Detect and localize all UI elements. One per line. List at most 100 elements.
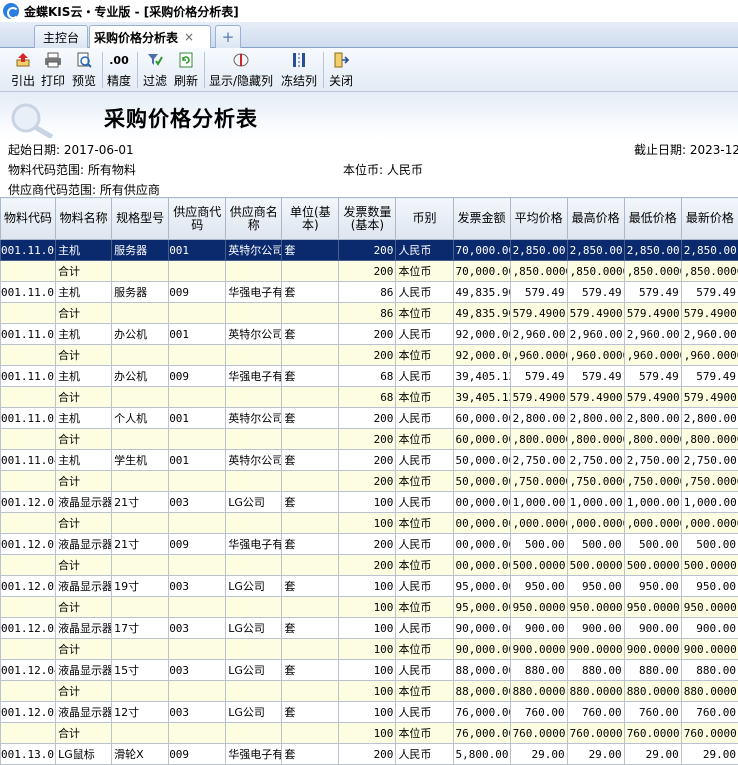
table-cell: 009 <box>168 365 227 387</box>
table-cell: 本位币 <box>395 680 454 702</box>
subtotal-row[interactable]: 合计 86 本位币 49,835.90 579.4900 579.4900 579.4900… <box>0 302 738 324</box>
table-cell: 500.00 <box>623 533 682 555</box>
table-row[interactable]: 001.11.03 主机 个人机 001 英特尔公司套 200 人民币 60,000.00 2,… <box>0 407 738 429</box>
subtotal-row[interactable]: 合计 100 本位币 00,000.00,000.0000,000.0000,000.… <box>0 512 738 534</box>
table-row[interactable]: 001.11.02 主机 办公机 001 英特尔公司套 200 人民币 92,000.00 2,… <box>0 323 738 345</box>
freeze-icon <box>291 50 307 70</box>
table-cell <box>281 386 340 408</box>
column-header[interactable]: 最高价格 <box>566 197 625 240</box>
filter-button[interactable]: 过滤 <box>141 50 169 90</box>
table-cell: 900.00 <box>566 617 625 639</box>
column-header[interactable]: 供应商代码 <box>168 197 227 240</box>
table-row[interactable]: 001.12.01 液晶显示器 21寸 009 华强电子有套 200 人民币 00,000.0… <box>0 533 738 555</box>
precision-icon: .00 <box>109 53 129 67</box>
column-header[interactable]: 物料名称 <box>55 197 113 240</box>
table-cell <box>111 428 170 450</box>
print-button[interactable]: 打印 <box>39 50 67 90</box>
subtotal-row[interactable]: 合计 100 本位币 76,000.00 760.0000 760.0000 760.000… <box>0 722 738 744</box>
table-cell: 950.00 <box>623 575 682 597</box>
new-tab-button[interactable]: + <box>215 25 241 48</box>
table-cell: 套 <box>281 365 340 387</box>
table-cell: 001.11.01 <box>0 239 57 261</box>
table-cell: 套 <box>281 323 340 345</box>
table-cell: 86 <box>338 302 397 324</box>
table-cell: 套 <box>281 701 340 723</box>
tab-main-console[interactable]: 主控台 <box>34 25 88 48</box>
table-cell: 套 <box>281 281 340 303</box>
subtotal-row[interactable]: 合计 200 本位币 60,000.00,800.0000,800.0000,800.… <box>0 428 738 450</box>
column-header[interactable]: 规格型号 <box>111 197 170 240</box>
precision-button[interactable]: .00 精度 <box>105 50 133 90</box>
table-cell: 1,000.00 <box>680 491 738 513</box>
column-header[interactable]: 发票金额 <box>452 197 511 240</box>
table-cell: 900.0000 <box>623 638 682 660</box>
table-cell: 2,850.00 <box>680 239 738 261</box>
table-cell <box>111 302 170 324</box>
table-cell: 001 <box>168 449 227 471</box>
table-row[interactable]: 001.12.01 液晶显示器 21寸 003 LG公司套 100 人民币 00,000.00… <box>0 491 738 513</box>
table-cell <box>281 680 340 702</box>
table-cell: LG公司 <box>225 491 283 513</box>
subtotal-row[interactable]: 合计 200 本位币 50,000.00,750.0000,750.0000,750.… <box>0 470 738 492</box>
table-cell: LG公司 <box>225 575 283 597</box>
table-cell: 办公机 <box>111 365 170 387</box>
subtotal-row[interactable]: 合计 100 本位币 90,000.00 900.0000 900.0000 900.000… <box>0 638 738 660</box>
preview-label: 预览 <box>71 74 96 88</box>
table-cell: 579.49 <box>680 281 738 303</box>
print-icon <box>44 50 62 70</box>
table-row[interactable]: 001.11.01 主机 服务器 001 英特尔公司套 200 人民币 70,000.00 2,… <box>0 239 738 261</box>
table-cell: 2,960.00 <box>680 323 738 345</box>
table-cell: 003 <box>168 617 227 639</box>
column-header[interactable]: 发票数量(基本) <box>338 197 397 240</box>
table-cell: 49,835.90 <box>452 302 511 324</box>
subtotal-row[interactable]: 合计 200 本位币 92,000.00,960.0000,960.0000,960.… <box>0 344 738 366</box>
subtotal-row[interactable]: 合计 200 本位币 00,000.00 500.0000 500.0000 500.000… <box>0 554 738 576</box>
column-header[interactable]: 单位(基本) <box>281 197 340 240</box>
column-header[interactable]: 物料代码 <box>0 197 57 240</box>
table-cell: 001.11.02 <box>0 365 57 387</box>
table-row[interactable]: 001.12.03 液晶显示器 17寸 003 LG公司套 100 人民币 90,000.00… <box>0 617 738 639</box>
subtotal-row[interactable]: 合计 100 本位币 88,000.00 880.0000 880.0000 880.000… <box>0 680 738 702</box>
column-header[interactable]: 供应商名称 <box>225 197 283 240</box>
tab-purchase-price-analysis[interactable]: 采购价格分析表 × <box>89 25 211 48</box>
subtotal-row[interactable]: 合计 68 本位币 39,405.13 579.4900 579.4900 579.4900… <box>0 386 738 408</box>
column-header[interactable]: 币别 <box>395 197 454 240</box>
table-cell: 009 <box>168 533 227 555</box>
title-bar: 金蝶KIS云・专业版 - [采购价格分析表] <box>0 0 738 22</box>
show-hide-columns-button[interactable]: 显示/隐藏列 <box>207 50 275 90</box>
table-row[interactable]: 001.12.05 液晶显示器 12寸 003 LG公司套 100 人民币 76,000.00… <box>0 701 738 723</box>
close-report-button[interactable]: 关闭 <box>327 50 355 90</box>
table-row[interactable]: 001.11.02 主机 办公机 009 华强电子有套 68 人民币 39,405.13 579… <box>0 365 738 387</box>
freeze-columns-button[interactable]: 冻结列 <box>279 50 319 90</box>
table-cell: 100 <box>338 638 397 660</box>
table-cell: 100 <box>338 701 397 723</box>
table-cell <box>225 554 283 576</box>
table-row[interactable]: 001.12.02 液晶显示器 19寸 003 LG公司套 100 人民币 95,000.00… <box>0 575 738 597</box>
column-header[interactable]: 最低价格 <box>623 197 682 240</box>
table-cell: LG鼠标 <box>55 743 113 765</box>
table-cell: 579.4900 <box>680 386 738 408</box>
table-row[interactable]: 001.11.01 主机 服务器 009 华强电子有套 86 人民币 49,835.90 579… <box>0 281 738 303</box>
table-row[interactable]: 001.11.04 主机 学生机 001 英特尔公司套 200 人民币 50,000.00 2,… <box>0 449 738 471</box>
table-cell: 579.4900 <box>566 386 625 408</box>
table-cell: 90,000.00 <box>452 638 511 660</box>
table-cell <box>0 554 57 576</box>
export-button[interactable]: 引出 <box>9 50 37 90</box>
table-row[interactable]: 001.13.01 LG鼠标 滑轮X 009 华强电子有套 200 人民币 5,800.00 2… <box>0 743 738 765</box>
table-cell: 本位币 <box>395 554 454 576</box>
table-row[interactable]: 001.12.04 液晶显示器 15寸 003 LG公司套 100 人民币 88,000.00… <box>0 659 738 681</box>
subtotal-row[interactable]: 合计 200 本位币 70,000.00,850.0000,850.0000,850.… <box>0 260 738 282</box>
table-cell: 套 <box>281 407 340 429</box>
table-cell: 579.49 <box>509 281 568 303</box>
subtotal-row[interactable]: 合计 100 本位币 95,000.00 950.0000 950.0000 950.000… <box>0 596 738 618</box>
table-cell: 001.13.01 <box>0 743 57 765</box>
column-header[interactable]: 最新价格 <box>680 197 738 240</box>
table-cell: 760.00 <box>566 701 625 723</box>
table-cell: 950.00 <box>680 575 738 597</box>
table-cell <box>225 680 283 702</box>
column-header[interactable]: 平均价格 <box>509 197 568 240</box>
tab-close-icon[interactable]: × <box>184 30 194 44</box>
refresh-button[interactable]: 刷新 <box>172 50 200 90</box>
preview-button[interactable]: 预览 <box>70 50 98 90</box>
report-grid[interactable]: 物料代码 物料名称 规格型号 供应商代码 供应商名称 单位(基本) 发票数量(基本) 币别 发票… <box>0 197 738 765</box>
